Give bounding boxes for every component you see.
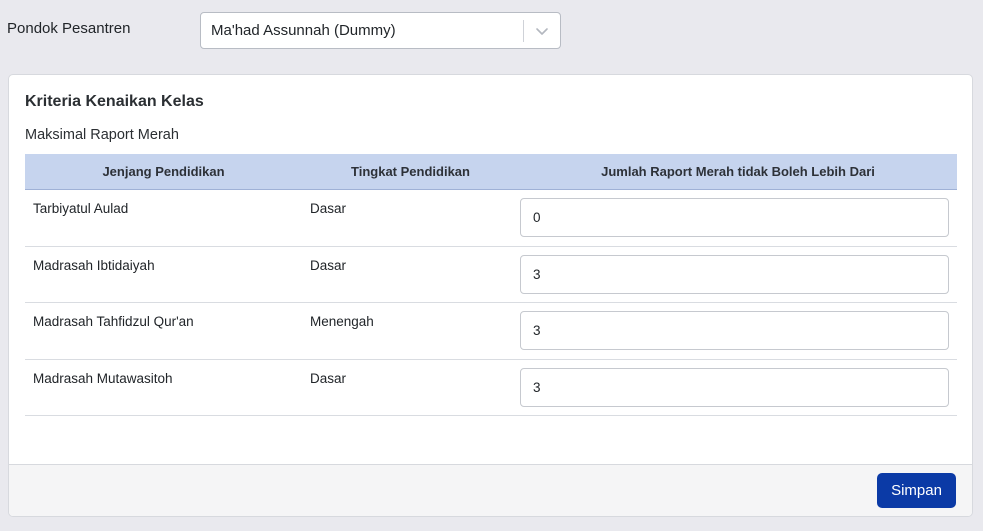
filter-row: Pondok Pesantren Ma'had Assunnah (Dummy) (0, 0, 983, 60)
column-header-jenjang: Jenjang Pendidikan (102, 164, 225, 179)
tingkat-cell: Menengah (310, 314, 374, 329)
table-row: Madrasah Tahfidzul Qur'an Menengah (25, 303, 957, 360)
max-raport-merah-input[interactable] (520, 254, 949, 294)
jenjang-cell: Madrasah Mutawasitoh (33, 370, 173, 386)
jenjang-cell: Madrasah Ibtidaiyah (33, 257, 155, 273)
tingkat-cell: Dasar (310, 257, 347, 273)
column-header-jumlah: Jumlah Raport Merah tidak Boleh Lebih Da… (601, 164, 875, 179)
chevron-down-icon[interactable] (534, 23, 550, 39)
jenjang-cell: Madrasah Tahfidzul Qur'an (33, 314, 194, 329)
card-title: Kriteria Kenaikan Kelas (25, 93, 204, 110)
max-raport-merah-input[interactable] (520, 198, 949, 237)
kriteria-card: Kriteria Kenaikan Kelas Maksimal Raport … (8, 74, 973, 517)
simpan-button[interactable]: Simpan (877, 473, 956, 508)
pondok-pesantren-select[interactable]: Ma'had Assunnah (Dummy) (200, 12, 561, 49)
selected-value: Ma'had Assunnah (Dummy) (211, 22, 396, 39)
table-row: Madrasah Ibtidaiyah Dasar (25, 247, 957, 303)
max-raport-merah-input[interactable] (520, 311, 949, 350)
card-subtitle: Maksimal Raport Merah (25, 127, 179, 143)
max-raport-merah-input[interactable] (520, 367, 949, 407)
table-header: Jenjang Pendidikan Tingkat Pendidikan Ju… (25, 154, 957, 190)
column-header-tingkat: Tingkat Pendidikan (351, 164, 470, 179)
pondok-pesantren-label: Pondok Pesantren (7, 20, 131, 37)
jenjang-cell: Tarbiyatul Aulad (33, 201, 129, 216)
table-row: Tarbiyatul Aulad Dasar (25, 190, 957, 247)
tingkat-cell: Dasar (310, 201, 347, 216)
card-footer: Simpan (9, 464, 972, 516)
tingkat-cell: Dasar (310, 370, 347, 386)
kriteria-table: Jenjang Pendidikan Tingkat Pendidikan Ju… (25, 154, 957, 416)
select-separator (523, 20, 524, 42)
table-row: Madrasah Mutawasitoh Dasar (25, 360, 957, 416)
